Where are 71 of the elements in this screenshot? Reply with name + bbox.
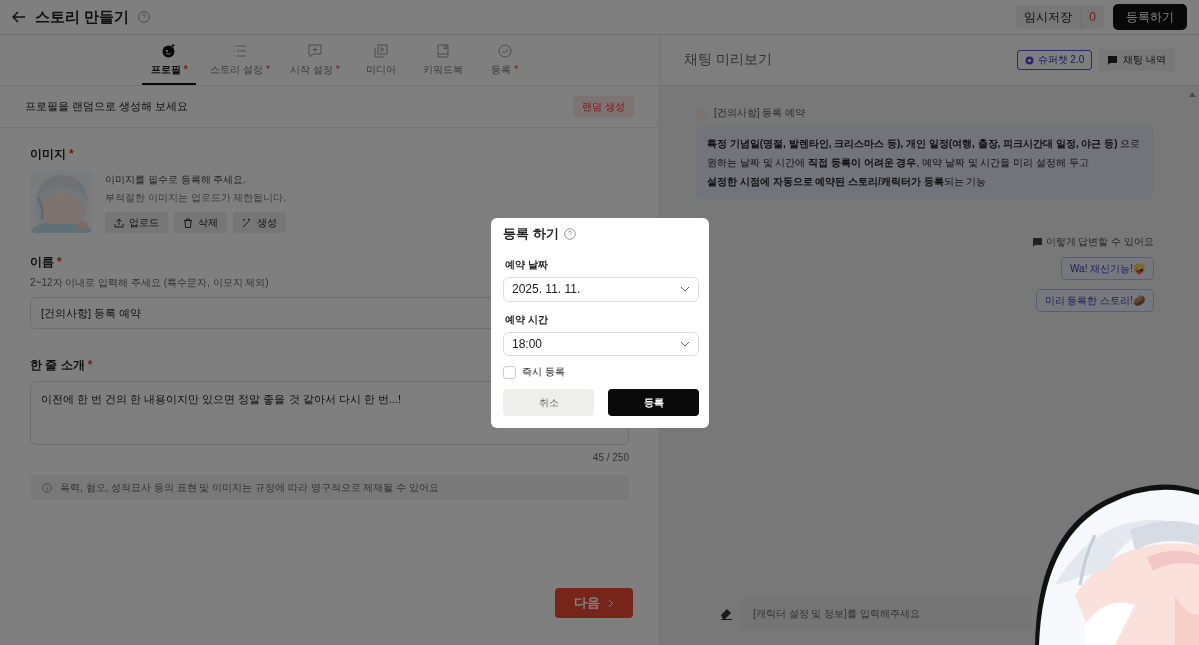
field-label: 예약 날짜 — [505, 258, 549, 272]
temp-save-button[interactable]: 임시저장 — [1016, 8, 1081, 26]
message-line: 특정 기념일(명절, 발렌타인, 크리스마스 등), 개인 일정(여행, 출장, 피크시간대 일정, 야근 등) 으로 — [707, 137, 1142, 151]
image-action-button[interactable]: 생성 — [233, 212, 286, 233]
suggestion-label: 이렇게 답변할 수 있어요 — [1045, 235, 1154, 249]
temp-save-count: 0 — [1080, 5, 1104, 29]
next-button[interactable]: 다음 — [555, 588, 633, 618]
chevron-down-icon — [680, 286, 690, 293]
info-icon — [42, 482, 52, 493]
chat-icon — [1032, 237, 1042, 247]
book-icon — [435, 44, 450, 58]
upload-icon — [114, 217, 124, 228]
scroll-up-icon[interactable] — [1189, 92, 1196, 97]
step-tab[interactable]: 키워드북 — [415, 35, 470, 85]
checkbox[interactable] — [503, 365, 516, 379]
field-label: 이름 — [30, 255, 54, 269]
page-title: 스토리 만들기 — [35, 7, 130, 27]
time-select[interactable]: 18:00 — [503, 331, 699, 356]
help-icon[interactable] — [138, 11, 151, 23]
required-mark: * — [183, 64, 188, 75]
image-action-button[interactable]: 업로드 — [105, 212, 168, 233]
chat-input[interactable]: [캐릭터 설정 및 정보]를 입력해주세요 — [741, 597, 1032, 630]
image-note: 부적절한 이미지는 업로드가 제한됩니다. — [105, 191, 287, 205]
random-profile-text: 프로필을 랜덤으로 생성해 보세요 — [25, 99, 189, 114]
required-mark: * — [335, 64, 340, 75]
dialog-title: 등록 하기 — [503, 225, 559, 243]
check-circle-icon — [497, 44, 512, 58]
help-icon[interactable] — [563, 228, 576, 240]
back-arrow-icon[interactable] — [12, 11, 26, 23]
cancel-button[interactable]: 취소 — [503, 389, 594, 416]
step-tab[interactable]: 스토리 설정 * — [204, 35, 276, 85]
confirm-button[interactable]: 등록 — [608, 389, 699, 416]
chat-add-icon — [307, 44, 322, 58]
policy-notice: 폭력, 혐오, 성적묘사 등의 표현 및 이미지는 규정에 따라 영구적으로 제재될 수 있어요 — [60, 480, 439, 495]
field-label: 예약 시간 — [505, 312, 549, 327]
step-tab[interactable]: 프로필 * — [142, 35, 197, 85]
required-mark: * — [266, 64, 270, 75]
required-mark: * — [514, 64, 519, 75]
suggestion-chip[interactable]: Wa! 채신기능!🤪 — [1061, 257, 1154, 280]
chevron-right-icon — [608, 598, 614, 608]
eraser-icon[interactable] — [720, 607, 733, 620]
message-line: 원하는 날짜 및 시간에 직접 등록이 어려운 경우, 예약 날짜 및 시간을 미리 설정해 두고 — [707, 156, 1090, 170]
image-hint: 이미지를 필수로 등록해 주세요. — [105, 173, 248, 187]
profile-icon — [162, 44, 177, 58]
trash-icon — [183, 217, 193, 228]
name-hint: 2~12자 이내로 입력해 주세요 (특수문자, 이모지 제외) — [30, 276, 269, 290]
preview-title: 채팅 미리보기 — [684, 51, 773, 69]
superchat-button[interactable]: 슈퍼챗 2.0 — [1016, 50, 1093, 70]
field-label: 한 줄 소개 — [30, 358, 85, 372]
image-action-button[interactable]: 삭제 — [174, 212, 227, 233]
field-label: 이미지 — [30, 147, 66, 161]
step-tab[interactable]: 등록 * — [477, 35, 532, 85]
date-select[interactable]: 2025. 11. 11. — [503, 277, 699, 302]
required-mark: * — [87, 358, 93, 372]
checkbox-label: 즉시 등록 — [522, 365, 565, 379]
chevron-down-icon — [680, 340, 690, 347]
submit-button[interactable]: 등록하기 — [1113, 4, 1187, 30]
list-icon — [233, 44, 248, 58]
sender-name: [건의사항] 등록 예약 — [714, 106, 806, 120]
magic-wand-icon — [242, 217, 252, 228]
character-counter: 45 / 250 — [592, 452, 629, 463]
chat-icon — [1108, 55, 1118, 65]
random-generate-button[interactable]: 랜덤 생성 — [573, 96, 634, 117]
step-tab[interactable]: 미디어 — [353, 35, 408, 85]
suggestion-chip[interactable]: 미리 등록한 스토리!🥔 — [1035, 289, 1154, 312]
required-mark: * — [57, 255, 62, 269]
chat-history-button[interactable]: 채팅 내역 — [1099, 49, 1175, 71]
message-line: 설정한 시점에 자동으로 예약된 스토리/캐릭터가 등록되는 기능 — [707, 175, 988, 189]
required-mark: * — [69, 147, 74, 161]
media-icon — [373, 44, 388, 58]
step-tab[interactable]: 시작 설정 * — [284, 35, 346, 85]
